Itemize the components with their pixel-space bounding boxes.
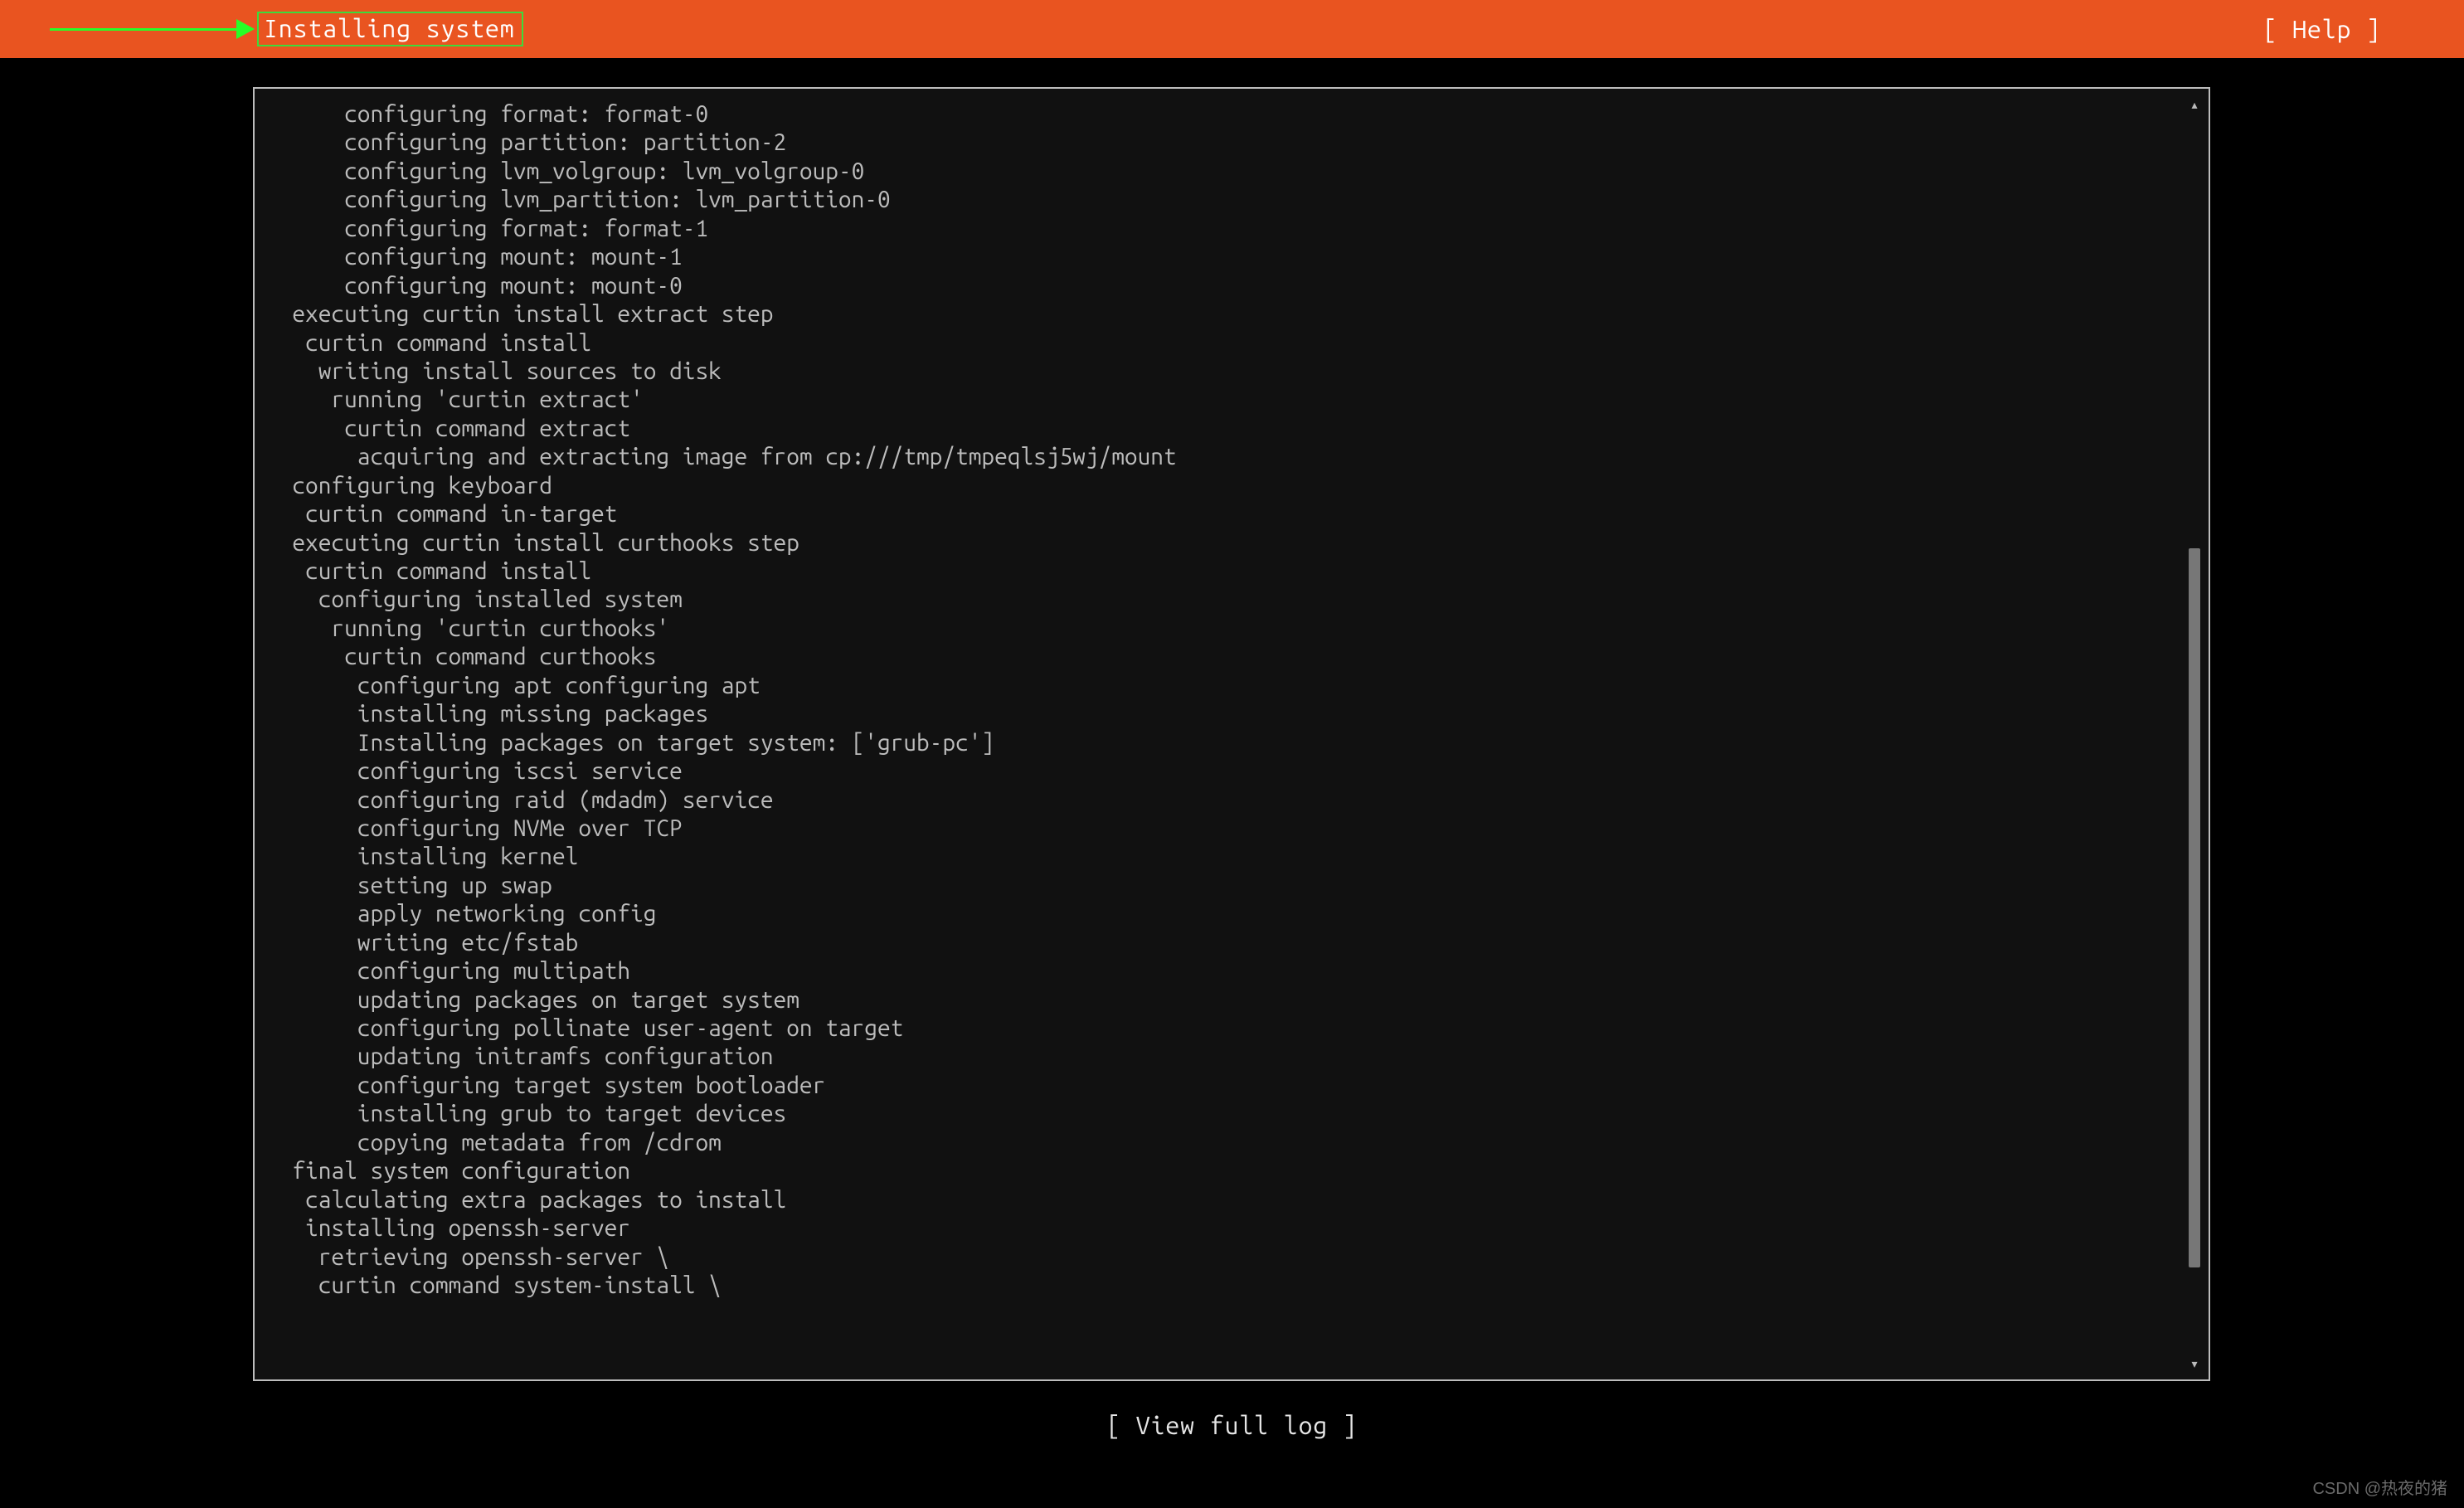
help-button[interactable]: [ Help ] <box>2263 14 2381 45</box>
log-line: updating initramfs configuration <box>266 1043 2167 1071</box>
log-line: configuring mount: mount-0 <box>266 272 2167 300</box>
log-line: apply networking config <box>266 900 2167 928</box>
log-line: calculating extra packages to install <box>266 1186 2167 1214</box>
log-line: configuring pollinate user-agent on targ… <box>266 1014 2167 1043</box>
log-line: configuring format: format-1 <box>266 215 2167 243</box>
annotation-arrow <box>50 19 255 39</box>
log-line: configuring keyboard <box>266 472 2167 500</box>
log-line: curtin command install <box>266 557 2167 586</box>
log-line: curtin command in-target <box>266 500 2167 528</box>
log-line: configuring format: format-0 <box>266 100 2167 129</box>
log-line: retrieving openssh-server \ <box>266 1243 2167 1272</box>
log-line: executing curtin install extract step <box>266 300 2167 328</box>
log-line: curtin command system-install \ <box>266 1272 2167 1300</box>
watermark: CSDN @热夜的猪 <box>2312 1479 2447 1500</box>
log-line: curtin command install <box>266 329 2167 358</box>
scroll-rail[interactable] <box>2189 114 2200 1355</box>
log-line: installing openssh-server <box>266 1214 2167 1243</box>
log-line: setting up swap <box>266 872 2167 900</box>
log-line: copying metadata from /cdrom <box>266 1129 2167 1157</box>
log-line: configuring apt configuring apt <box>266 672 2167 700</box>
log-line: configuring partition: partition-2 <box>266 129 2167 157</box>
view-full-log-button[interactable]: [ View full log ] <box>0 1410 2464 1441</box>
log-line: acquiring and extracting image from cp:/… <box>266 443 2167 471</box>
log-line: running 'curtin curthooks' <box>266 615 2167 643</box>
log-line: configuring raid (mdadm) service <box>266 786 2167 815</box>
scrollbar[interactable]: ▴ ▾ <box>2185 95 2204 1373</box>
scroll-up-arrow[interactable]: ▴ <box>2185 95 2204 114</box>
log-output: configuring format: format-0 configuring… <box>255 89 2209 1379</box>
log-line: installing missing packages <box>266 700 2167 728</box>
log-line: curtin command extract <box>266 415 2167 443</box>
scroll-down-arrow[interactable]: ▾ <box>2185 1355 2204 1373</box>
log-line: configuring installed system <box>266 586 2167 614</box>
log-panel: configuring format: format-0 configuring… <box>253 87 2210 1381</box>
log-line: writing install sources to disk <box>266 358 2167 386</box>
log-line: configuring target system bootloader <box>266 1072 2167 1100</box>
log-line: curtin command curthooks <box>266 643 2167 671</box>
scroll-thumb[interactable] <box>2189 548 2200 1268</box>
log-line: configuring NVMe over TCP <box>266 815 2167 843</box>
page-title: Installing system <box>257 12 523 47</box>
installer-header: Installing system [ Help ] <box>0 0 2464 58</box>
log-line: running 'curtin extract' <box>266 386 2167 414</box>
log-line: executing curtin install curthooks step <box>266 529 2167 557</box>
log-line: Installing packages on target system: ['… <box>266 729 2167 757</box>
log-line: updating packages on target system <box>266 986 2167 1014</box>
log-line: configuring lvm_volgroup: lvm_volgroup-0 <box>266 158 2167 186</box>
log-line: installing kernel <box>266 843 2167 871</box>
log-line: configuring mount: mount-1 <box>266 243 2167 271</box>
log-line: final system configuration <box>266 1157 2167 1185</box>
log-line: writing etc/fstab <box>266 929 2167 957</box>
log-line: configuring multipath <box>266 957 2167 985</box>
log-line: configuring iscsi service <box>266 757 2167 786</box>
log-line: configuring lvm_partition: lvm_partition… <box>266 186 2167 214</box>
log-line: installing grub to target devices <box>266 1100 2167 1128</box>
